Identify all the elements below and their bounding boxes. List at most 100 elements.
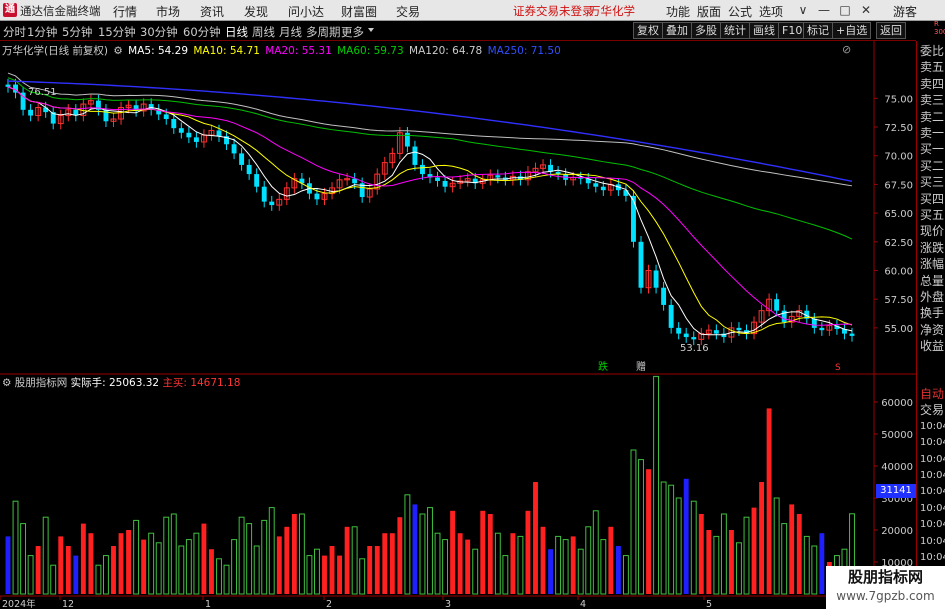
candle-body	[5, 84, 11, 87]
volume-bar	[781, 523, 788, 595]
volume-bar	[533, 482, 538, 594]
period-60min[interactable]: 60分钟	[183, 24, 221, 40]
volume-tick-label: 50000	[881, 430, 913, 441]
toolbar-gongshi[interactable]: 公式	[728, 3, 752, 20]
button-biaoji[interactable]: 标记	[803, 22, 833, 39]
trade-login-status[interactable]: 证券交易未登录	[513, 3, 594, 19]
candle-body	[638, 241, 644, 288]
volume-bar	[344, 526, 350, 594]
volume-bar	[103, 555, 109, 595]
minimize-icon[interactable]: —	[814, 2, 834, 18]
period-multi[interactable]: 多周期	[306, 24, 341, 40]
quote-field-14: 总量	[920, 273, 945, 288]
volume-bar	[42, 516, 49, 595]
volume-bar	[502, 555, 509, 595]
ma5-line	[7, 86, 853, 336]
volume-bar	[480, 510, 486, 594]
toolbar-gongneng[interactable]: 功能	[666, 3, 690, 20]
volume-bar	[253, 545, 260, 595]
low-price-label: 53.16	[680, 343, 709, 354]
menu-item-caifuquan[interactable]: 财富圈	[341, 3, 377, 20]
button-back[interactable]: 返回	[876, 22, 906, 39]
volume-bar	[65, 546, 71, 594]
period-30min[interactable]: 30分钟	[140, 24, 178, 40]
candle-body	[668, 304, 674, 328]
period-1min[interactable]: 1分钟	[27, 24, 57, 40]
menu-item-hangqing[interactable]: 行情	[113, 3, 137, 20]
toolbar-banmian[interactable]: 版面	[697, 3, 721, 20]
volume-bar	[766, 408, 772, 594]
volume-bar	[133, 519, 140, 595]
period-monthly[interactable]: 月线	[279, 24, 302, 40]
dropdown-chevron-icon[interactable]: ∨	[793, 2, 813, 18]
maximize-icon[interactable]: □	[835, 2, 855, 18]
candle-body	[28, 109, 34, 116]
quote-field-18: 收益	[920, 339, 945, 354]
auto-trade-label-1[interactable]: 交易	[920, 402, 944, 418]
button-fuquan[interactable]: 复权	[633, 22, 663, 39]
volume-bar	[630, 449, 637, 595]
tick-time-4: 10:04	[920, 453, 945, 465]
date-axis-label: 12	[62, 599, 74, 609]
guest-user-label[interactable]: 游客	[893, 3, 917, 20]
volume-bar	[510, 533, 516, 594]
volume-tick-label: 20000	[881, 526, 913, 537]
volume-tick-label: 60000	[881, 398, 913, 409]
quote-field-1: 卖五	[920, 60, 945, 75]
period-5min[interactable]: 5分钟	[62, 24, 92, 40]
menu-item-jiaoyi[interactable]: 交易	[396, 3, 420, 20]
volume-bar	[367, 546, 373, 594]
button-tongji[interactable]: 统计	[720, 22, 750, 39]
menu-item-shichang[interactable]: 市场	[156, 3, 180, 20]
button-add-watchlist[interactable]: +自选	[832, 22, 872, 39]
period-weekly[interactable]: 周线	[252, 24, 275, 40]
volume-bar	[427, 507, 433, 595]
volume-bar	[525, 510, 531, 594]
volume-bar	[472, 548, 479, 595]
date-axis-label: 5	[706, 599, 712, 609]
menu-item-wenxiaoda[interactable]: 问小达	[288, 3, 324, 20]
menu-item-faxian[interactable]: 发现	[244, 3, 268, 20]
candle-body	[661, 287, 667, 305]
period-daily[interactable]: 日线	[225, 24, 248, 40]
volume-bar	[374, 546, 380, 594]
ma10-line	[7, 86, 853, 335]
period-more[interactable]: 更多	[341, 24, 364, 40]
button-diejia[interactable]: 叠加	[662, 22, 692, 39]
candle-body	[774, 299, 780, 311]
volume-bar	[698, 514, 704, 594]
volume-bar	[555, 535, 562, 595]
ma250-line	[7, 80, 853, 183]
menu-item-zixun[interactable]: 资讯	[200, 3, 224, 20]
more-dropdown-icon[interactable]	[368, 28, 374, 32]
quote-field-13: 涨幅	[920, 257, 945, 272]
volume-bar	[592, 510, 599, 595]
volume-bar	[660, 481, 667, 595]
volume-bar	[600, 539, 607, 595]
candle-body	[314, 193, 320, 200]
volume-bar	[397, 517, 403, 594]
tick-time-3: 10:04	[920, 437, 945, 449]
auto-trade-label-0[interactable]: 自动	[920, 386, 944, 402]
period-fenshi[interactable]: 分时	[3, 24, 26, 40]
period-15min[interactable]: 15分钟	[98, 24, 136, 40]
volume-bar	[118, 533, 124, 594]
button-duogu[interactable]: 多股	[691, 22, 721, 39]
toolbar-xuanxiang[interactable]: 选项	[759, 3, 783, 20]
tick-time-7: 10:04	[920, 502, 945, 514]
candle-body	[849, 333, 855, 336]
quote-field-3: 卖三	[920, 93, 945, 108]
button-huaxian[interactable]: 画线	[749, 22, 779, 39]
candle-body	[819, 327, 825, 331]
kline-chart[interactable]: 75.00 72.50 70.00 67.50 65.00 62.50 60.00 57.50…	[0, 41, 916, 609]
candle-body	[631, 195, 636, 242]
quote-field-11: 现价	[920, 224, 945, 239]
signal-die-marker: 跌	[598, 360, 608, 373]
volume-bar	[261, 519, 268, 595]
candle-body	[420, 164, 425, 175]
close-icon[interactable]: ✕	[856, 2, 876, 18]
tick-time-5: 10:04	[920, 470, 945, 481]
candle-body	[653, 270, 659, 288]
quote-side-panel: R 300 委比卖五卖四卖三卖二卖一买一买二买三买四买五现价涨跌涨幅总量外盘换手…	[916, 20, 945, 609]
volume-bar	[638, 459, 644, 595]
